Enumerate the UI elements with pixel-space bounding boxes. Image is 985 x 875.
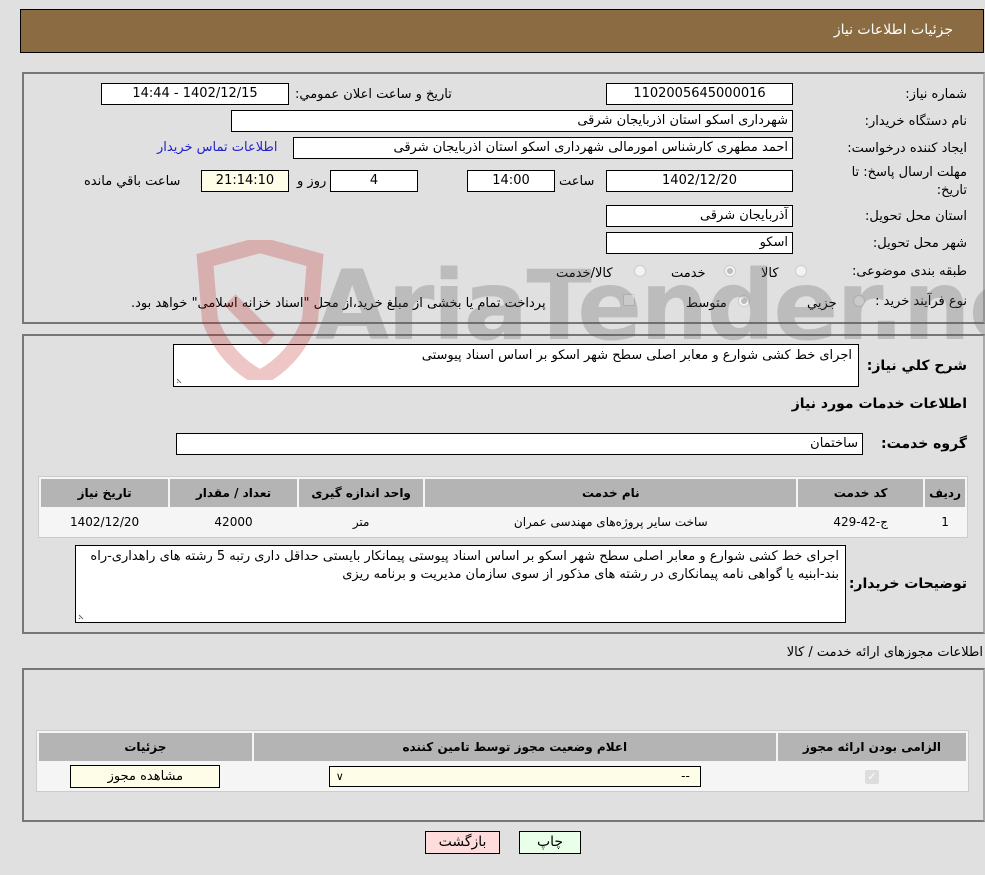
permits-section-title: اطلاعات مجوزهای ارائه خدمت / کالا [786, 645, 983, 660]
cell-permit-status: -- ∨ [253, 763, 776, 789]
col-permit-details: جزئیات [39, 733, 252, 761]
chevron-down-icon: ∨ [335, 769, 344, 783]
days-label: روز و [297, 174, 327, 189]
permit-status-select[interactable]: -- ∨ [328, 765, 701, 787]
city-label: شهر محل تحویل: [872, 236, 967, 251]
buyer-notes-label: توضیحات خریدار: [848, 576, 967, 592]
services-table: ردیف کد خدمت نام خدمت واحد اندازه گیری ت… [38, 476, 968, 538]
creator-field: احمد مطهری کارشناس امورمالی شهرداری اسکو… [293, 137, 793, 159]
summary-textarea[interactable]: اجرای خط کشی شوارع و معابر اصلی سطح شهر … [173, 344, 859, 387]
services-section-title: اطلاعات خدمات مورد نیاز [791, 396, 967, 412]
creator-label: ایجاد کننده درخواست: [847, 141, 967, 156]
page-title: جزئیات اطلاعات نیاز [833, 22, 953, 38]
col-permit-status: اعلام وضعیت مجوز توسط تامین کننده [253, 733, 776, 761]
page-header: جزئیات اطلاعات نیاز [20, 9, 984, 53]
announce-label: تاریخ و ساعت اعلان عمومي: [295, 87, 452, 102]
col-permit-required: الزامی بودن ارائه مجوز [777, 733, 966, 761]
service-group-label: گروه خدمت: [881, 436, 967, 452]
category-goods-radio[interactable] [795, 265, 807, 277]
permits-table: الزامی بودن ارائه مجوز اعلام وضعیت مجوز … [36, 730, 969, 792]
services-table-header: ردیف کد خدمت نام خدمت واحد اندازه گیری ت… [41, 479, 965, 507]
remaining-days-field: 4 [330, 170, 418, 192]
cell-unit: متر [298, 509, 424, 535]
cell-permit-details: مشاهده مجوز [39, 763, 252, 789]
need-number-label: شماره نیاز: [905, 87, 967, 102]
back-button[interactable]: بازگشت [425, 831, 500, 854]
summary-label: شرح کلي نياز: [866, 358, 967, 374]
cell-permit-required: ✓ [777, 763, 966, 789]
category-both-radio[interactable] [634, 265, 646, 277]
treasury-checkbox[interactable] [623, 294, 635, 306]
treasury-text: پرداخت تمام یا بخشی از مبلغ خرید،از محل … [131, 296, 546, 311]
process-medium-label: متوسط [686, 296, 727, 311]
required-checkbox-checked-icon: ✓ [864, 769, 879, 784]
table-row: 1 ج-42-429 ساخت سایر پروژه‌های مهندسی عم… [41, 509, 965, 535]
col-service-code: کد خدمت [798, 479, 924, 507]
view-permit-button[interactable]: مشاهده مجوز [70, 764, 221, 788]
announce-datetime-field: 1402/12/15 - 14:44 [101, 83, 289, 105]
col-quantity: تعداد / مقدار [170, 479, 297, 507]
permits-table-header: الزامی بودن ارائه مجوز اعلام وضعیت مجوز … [39, 733, 966, 761]
deadline-label: مهلت ارسال پاسخ: تا [851, 165, 967, 180]
buyer-notes-text: اجرای خط کشی شوارع و معابر اصلی سطح شهر … [90, 549, 839, 582]
process-medium-radio[interactable] [738, 295, 750, 307]
col-row: ردیف [925, 479, 965, 507]
service-group-field: ساختمان [176, 433, 863, 455]
cell-quantity: 42000 [170, 509, 297, 535]
need-number-field: 1102005645000016 [606, 83, 793, 105]
col-service-name: نام خدمت [425, 479, 797, 507]
process-minor-radio[interactable] [853, 295, 865, 307]
permit-status-value: -- [681, 768, 690, 783]
cell-need-date: 1402/12/20 [41, 509, 169, 535]
resize-grip-icon[interactable] [78, 612, 86, 620]
buyer-notes-textarea[interactable]: اجرای خط کشی شوارع و معابر اصلی سطح شهر … [75, 545, 846, 623]
category-service-radio[interactable] [724, 265, 736, 277]
deadline-date-field: 1402/12/20 [606, 170, 793, 192]
buyer-org-field: شهرداری اسکو استان اذربایجان شرقی [231, 110, 793, 132]
col-need-date: تاریخ نیاز [41, 479, 169, 507]
col-unit: واحد اندازه گیری [298, 479, 424, 507]
category-service-label: خدمت [671, 266, 706, 281]
process-label: نوع فرآیند خرید : [875, 294, 967, 309]
resize-grip-icon[interactable] [176, 376, 184, 384]
deadline-label-date: تاریخ: [936, 183, 967, 198]
cell-service-code: ج-42-429 [798, 509, 924, 535]
process-minor-label: جزيي [807, 296, 837, 311]
summary-text: اجرای خط کشی شوارع و معابر اصلی سطح شهر … [421, 348, 852, 363]
city-field: اسکو [606, 232, 793, 254]
deadline-time-label: ساعت [559, 174, 595, 189]
table-row: ✓ -- ∨ مشاهده مجوز [39, 763, 966, 789]
province-field: آذربایجان شرقی [606, 205, 793, 227]
category-goods-label: کالا [761, 266, 779, 281]
remaining-time-field: 21:14:10 [201, 170, 289, 192]
remaining-label: ساعت باقي مانده [84, 174, 181, 189]
buyer-org-label: نام دستگاه خریدار: [864, 114, 967, 129]
province-label: استان محل تحویل: [865, 209, 967, 224]
cell-service-name: ساخت سایر پروژه‌های مهندسی عمران [425, 509, 797, 535]
deadline-time-field: 14:00 [467, 170, 555, 192]
category-both-label: کالا/خدمت [556, 266, 613, 281]
print-button[interactable]: چاپ [519, 831, 581, 854]
category-label: طبقه بندی موضوعی: [851, 264, 967, 279]
cell-row: 1 [925, 509, 965, 535]
buyer-contact-link[interactable]: اطلاعات تماس خریدار [157, 140, 277, 155]
